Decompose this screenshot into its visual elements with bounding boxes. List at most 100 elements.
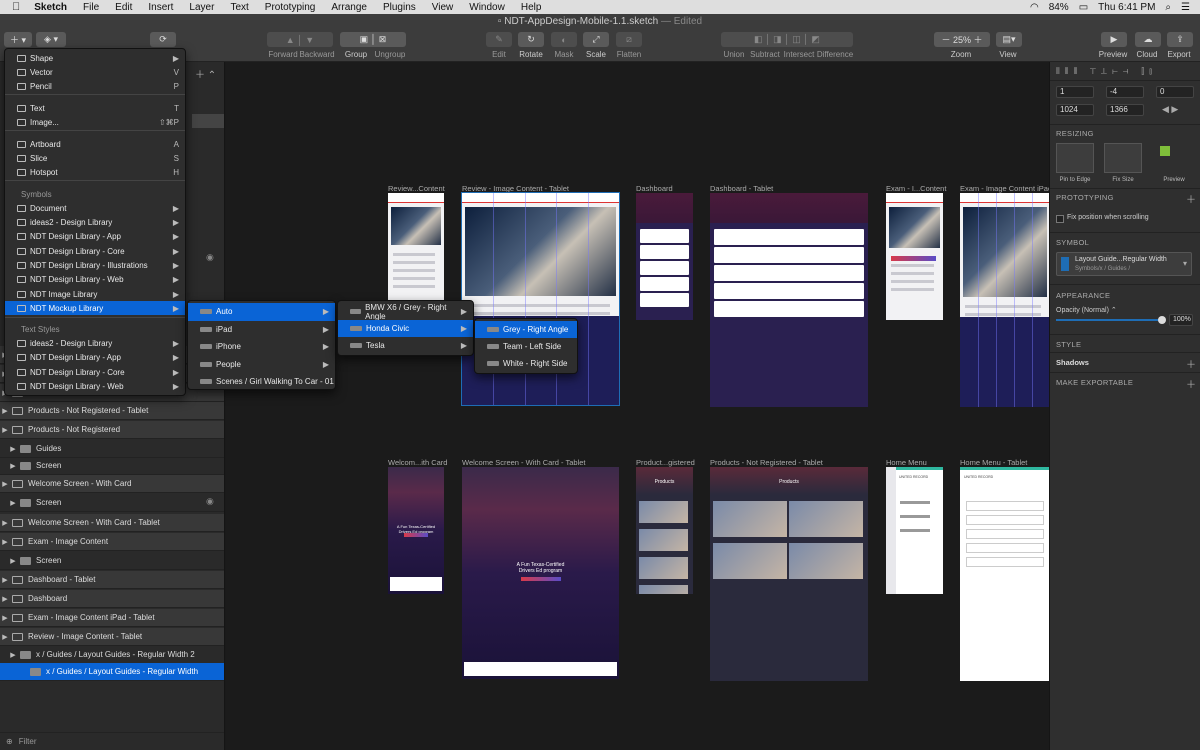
artboard-label[interactable]: Exam - Image Content iPad [960,184,1049,193]
artboard-label[interactable]: Review...Content [388,184,452,193]
opacity-slider-knob[interactable] [1158,316,1166,324]
fix-scroll-checkbox[interactable] [1056,215,1064,223]
artboard[interactable] [388,193,444,313]
menu-window[interactable]: Window [461,2,513,13]
rotate-button[interactable]: ↻ [518,32,544,47]
artboard-label[interactable]: Dashboard [636,184,701,193]
artboard-label[interactable]: Exam - I...Content [886,184,951,193]
battery-percent[interactable]: 84% [1049,2,1069,13]
insert-menu-item[interactable]: NDT Design Library - App ▶ [5,350,185,364]
submenu-item[interactable]: iPhone ▶ [188,338,335,356]
disclosure-triangle-icon[interactable]: ▶ [0,426,10,434]
sync-button[interactable]: ⟳ [150,32,176,47]
zoom-out-icon[interactable]: － [941,33,953,46]
insert-menu-item[interactable]: Slice S [5,151,185,165]
opacity-slider[interactable] [1056,316,1166,324]
flatten-button[interactable]: ⧄ [616,32,642,47]
artboard-label[interactable]: Dashboard - Tablet [710,184,876,193]
mask-button[interactable]: ◐ [551,32,577,47]
insert-menu-item[interactable]: Text T [5,101,185,115]
insert-menu-item[interactable]: Pencil P [5,79,185,93]
disclosure-triangle-icon[interactable]: ▶ [8,651,18,659]
menu-prototyping[interactable]: Prototyping [257,2,324,13]
disclosure-triangle-icon[interactable]: ▶ [0,519,10,527]
x-field[interactable]: 1 [1056,86,1094,98]
add-page-icon[interactable]: ＋ ⌃ [195,66,216,81]
artboard-label[interactable]: Welcome Screen - With Card - Tablet [462,458,627,467]
menu-help[interactable]: Help [513,2,550,13]
insert-menu-item[interactable]: NDT Design Library - Illustrations ▶ [5,258,185,272]
submenu-item[interactable]: Scenes / Girl Walking To Car - 01 [188,373,335,391]
insert-menu-item[interactable]: Vector V [5,65,185,79]
submenu-item[interactable]: BMW X6 / Grey - Right Angle ▶ [338,303,473,321]
menu-arrange[interactable]: Arrange [323,2,375,13]
menu-view[interactable]: View [424,2,462,13]
group-ungroup-button[interactable]: ▣ │ ⊠ [340,32,406,47]
submenu-item[interactable]: Team - Left Side [475,338,577,355]
view-button[interactable]: ▤▾ [996,32,1022,47]
add-prototyping-icon[interactable]: ＋ [1186,191,1196,206]
canvas[interactable]: Review...Content Review - Image Content -… [226,62,1049,750]
artboard-label[interactable]: Welcom...ith Card [388,458,452,467]
insert-menu-item[interactable]: NDT Mockup Library ▶ [5,301,185,315]
layer-row[interactable]: ▶ Products - Not Registered - Tablet [0,402,224,420]
artboard-label[interactable]: Home Menu - Tablet [960,458,1049,467]
visibility-icon[interactable]: ◉ [206,252,214,263]
disclosure-triangle-icon[interactable]: ▶ [8,462,18,470]
fix-size-widget[interactable] [1104,143,1142,173]
boolean-ops-button[interactable]: ◧ │ ◨ │ ◫ │ ◩ [721,32,853,47]
cloud-button[interactable]: ☁ [1135,32,1161,47]
insert-menu-item[interactable]: ideas2 - Design Library ▶ [5,215,185,229]
submenu-item[interactable]: Tesla ▶ [338,337,473,354]
insert-menu-item[interactable]: NDT Design Library - App ▶ [5,229,185,243]
artboard-label[interactable]: Products - Not Registered - Tablet [710,458,876,467]
insert-menu-item[interactable]: NDT Design Library - Core ▶ [5,365,185,379]
insert-menu-item[interactable]: ideas2 - Design Library ▶ [5,336,185,350]
page-row-selected[interactable] [192,114,224,128]
layer-row[interactable]: ▶ Exam - Image Content iPad - Tablet [0,609,224,627]
layer-stack-button[interactable]: ◈ ▾ [36,32,66,47]
layer-row[interactable]: ▶ Screen [0,494,224,512]
add-shadow-icon[interactable]: ＋ [1186,356,1196,371]
layer-row[interactable]: ▶ Review - Image Content - Tablet [0,628,224,646]
artboard[interactable] [636,193,693,320]
artboard[interactable] [710,193,868,407]
spotlight-icon[interactable]: ⌕ [1165,2,1171,13]
pin-to-edge-widget[interactable] [1056,143,1094,173]
filter-bar[interactable]: ⊕ Filter [0,732,224,750]
disclosure-triangle-icon[interactable]: ▶ [0,538,10,546]
insert-menu-item[interactable]: NDT Image Library ▶ [5,287,185,301]
preview-button[interactable]: ▶ [1101,32,1127,47]
rotation-field[interactable]: 0 [1156,86,1194,98]
insert-menu-item[interactable]: Artboard A [5,137,185,151]
layer-row[interactable]: ▶ Dashboard - Tablet [0,571,224,589]
disclosure-triangle-icon[interactable]: ▶ [0,595,10,603]
align-icons[interactable]: ⫴⫴⫴ ⊤⊥⊢⊣ ⫿⫾ [1056,66,1157,77]
insert-menu-item[interactable]: Image... ⇧⌘P [5,115,185,129]
artboard[interactable] [886,193,943,320]
menu-app-name[interactable]: Sketch [26,2,75,13]
submenu-item[interactable]: Grey - Right Angle [475,321,577,338]
artboard[interactable]: A Fun Texas-Certified Drivers Ed program [388,467,444,594]
forward-backward-button[interactable]: ▲ │ ▼ [267,32,333,47]
zoom-in-icon[interactable]: ＋ [971,33,983,46]
add-export-icon[interactable]: ＋ [1186,376,1196,391]
wifi-icon[interactable]: ◠ [1030,2,1039,13]
menu-plugins[interactable]: Plugins [375,2,424,13]
zoom-control[interactable]: － 25% ＋ [934,32,990,47]
artboard[interactable]: A Fun Texas-Certified Drivers Ed program [462,467,619,679]
menu-file[interactable]: File [75,2,107,13]
layer-row[interactable]: ▶ Welcome Screen - With Card [0,475,224,493]
insert-menu-item[interactable]: Shape ▶ [5,51,185,65]
submenu-item[interactable]: iPad ▶ [188,321,335,339]
disclosure-triangle-icon[interactable]: ▶ [0,480,10,488]
menu-text[interactable]: Text [222,2,256,13]
apple-icon[interactable]:  [0,1,26,13]
layer-row[interactable]: ▶ Exam - Image Content [0,533,224,551]
artboard-label[interactable]: Review - Image Content - Tablet [462,184,627,193]
artboard[interactable] [960,193,1049,407]
insert-menu-item[interactable]: NDT Design Library - Web ▶ [5,272,185,286]
symbol-selector[interactable]: Layout Guide...Regular Width Symbols/x /… [1056,252,1192,276]
layer-row[interactable]: ▶ x / Guides / Layout Guides - Regular Wi… [0,646,224,664]
guides-visibility-icon[interactable]: ◉ [206,496,214,507]
